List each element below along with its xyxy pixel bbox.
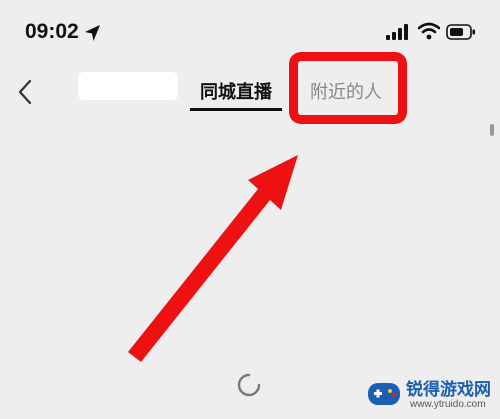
chevron-left-icon[interactable] [14,78,38,106]
battery-icon [446,24,475,40]
loading-spinner-icon [237,373,261,397]
status-time: 09:02 [25,20,79,43]
gamepad-logo-icon [368,383,400,405]
annotation-highlight-box [289,52,407,124]
cellular-signal-icon [386,24,408,40]
status-bar: 09:02 [0,0,500,60]
watermark-title: 锐得游戏网 [406,380,491,400]
active-tab-underline [190,108,282,111]
scroll-indicator [490,124,494,136]
annotation-arrow [128,155,298,362]
blurred-tab[interactable] [78,72,178,100]
tab-local-live[interactable]: 同城直播 [200,78,272,104]
watermark-url: www.ytruido.com [410,399,486,410]
location-arrow-icon [85,25,100,41]
watermark: 锐得游戏网 www.ytruido.com [366,371,494,417]
wifi-icon [418,22,440,40]
